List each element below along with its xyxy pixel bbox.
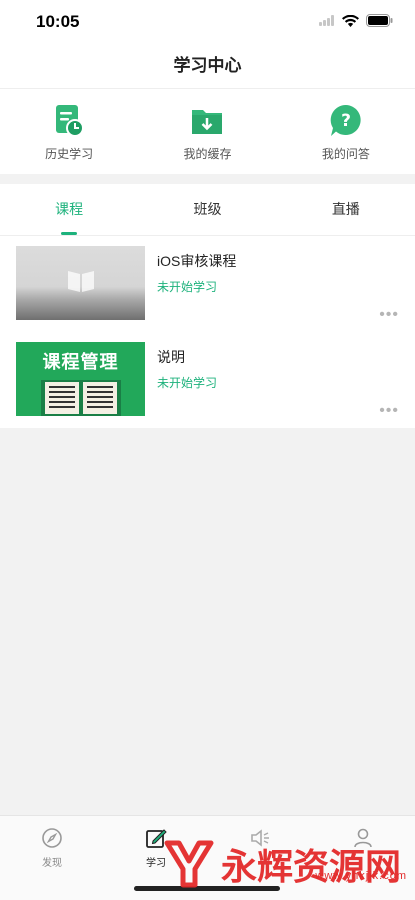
open-book-icon bbox=[68, 271, 94, 292]
status-time: 10:05 bbox=[36, 12, 80, 31]
wifi-icon bbox=[342, 14, 359, 27]
navigation-bar: 学习中心 bbox=[0, 44, 415, 88]
compass-icon bbox=[42, 828, 62, 848]
course-title: iOS审核课程 bbox=[157, 253, 237, 269]
course-item[interactable]: 课程管理 说明 未开始学习 ••• bbox=[0, 332, 415, 428]
course-item[interactable]: iOS审核课程 未开始学习 ••• bbox=[0, 236, 415, 332]
tab-label: 课程 bbox=[55, 201, 84, 217]
content-tabs: 课程 班级 直播 bbox=[0, 184, 415, 236]
thumbnail-title: 课程管理 bbox=[42, 352, 119, 372]
signal-icon bbox=[319, 15, 335, 26]
watermark: 永辉资源网 bbox=[161, 838, 401, 890]
download-folder-icon bbox=[192, 110, 223, 134]
quick-actions: 历史学习 我的缓存 ? 我的问答 bbox=[0, 88, 415, 174]
quick-action-qa[interactable]: ? 我的问答 bbox=[277, 89, 415, 174]
course-status: 未开始学习 bbox=[157, 280, 218, 294]
more-options-icon[interactable]: ••• bbox=[379, 402, 399, 420]
course-title: 说明 bbox=[157, 349, 185, 365]
tab-label: 直播 bbox=[331, 201, 360, 217]
tab-classes[interactable]: 班级 bbox=[138, 184, 276, 235]
watermark-url: www.yhkjjk.com bbox=[315, 870, 407, 882]
quick-action-history[interactable]: 历史学习 bbox=[0, 89, 138, 174]
course-thumbnail: 课程管理 bbox=[16, 342, 145, 416]
tab-live[interactable]: 直播 bbox=[277, 184, 415, 235]
course-list: iOS审核课程 未开始学习 ••• 课程管理 说明 未开始学习 ••• bbox=[0, 236, 415, 428]
quick-action-cache[interactable]: 我的缓存 bbox=[138, 89, 276, 174]
quick-action-label: 我的缓存 bbox=[183, 147, 232, 161]
course-status: 未开始学习 bbox=[157, 376, 218, 390]
tabbar-label: 发现 bbox=[42, 858, 62, 869]
tab-courses[interactable]: 课程 bbox=[0, 184, 138, 235]
tab-label: 班级 bbox=[193, 201, 222, 217]
status-icons bbox=[319, 14, 393, 27]
quick-action-label: 我的问答 bbox=[321, 147, 370, 161]
svg-text:?: ? bbox=[341, 111, 351, 131]
watermark-logo-icon bbox=[164, 840, 214, 888]
status-bar: 10:05 bbox=[0, 0, 415, 44]
history-document-icon bbox=[56, 105, 85, 137]
page-title: 学习中心 bbox=[173, 56, 242, 75]
course-thumbnail bbox=[16, 246, 145, 320]
watermark-text: 永辉资源网 bbox=[220, 847, 401, 888]
question-chat-icon: ? bbox=[330, 104, 361, 136]
more-options-icon[interactable]: ••• bbox=[379, 306, 399, 324]
quick-action-label: 历史学习 bbox=[45, 147, 94, 161]
tabbar-item-discover[interactable]: 发现 bbox=[27, 826, 77, 869]
battery-icon bbox=[366, 14, 393, 27]
book-illustration-icon bbox=[41, 380, 121, 416]
tab-active-indicator bbox=[61, 232, 78, 235]
